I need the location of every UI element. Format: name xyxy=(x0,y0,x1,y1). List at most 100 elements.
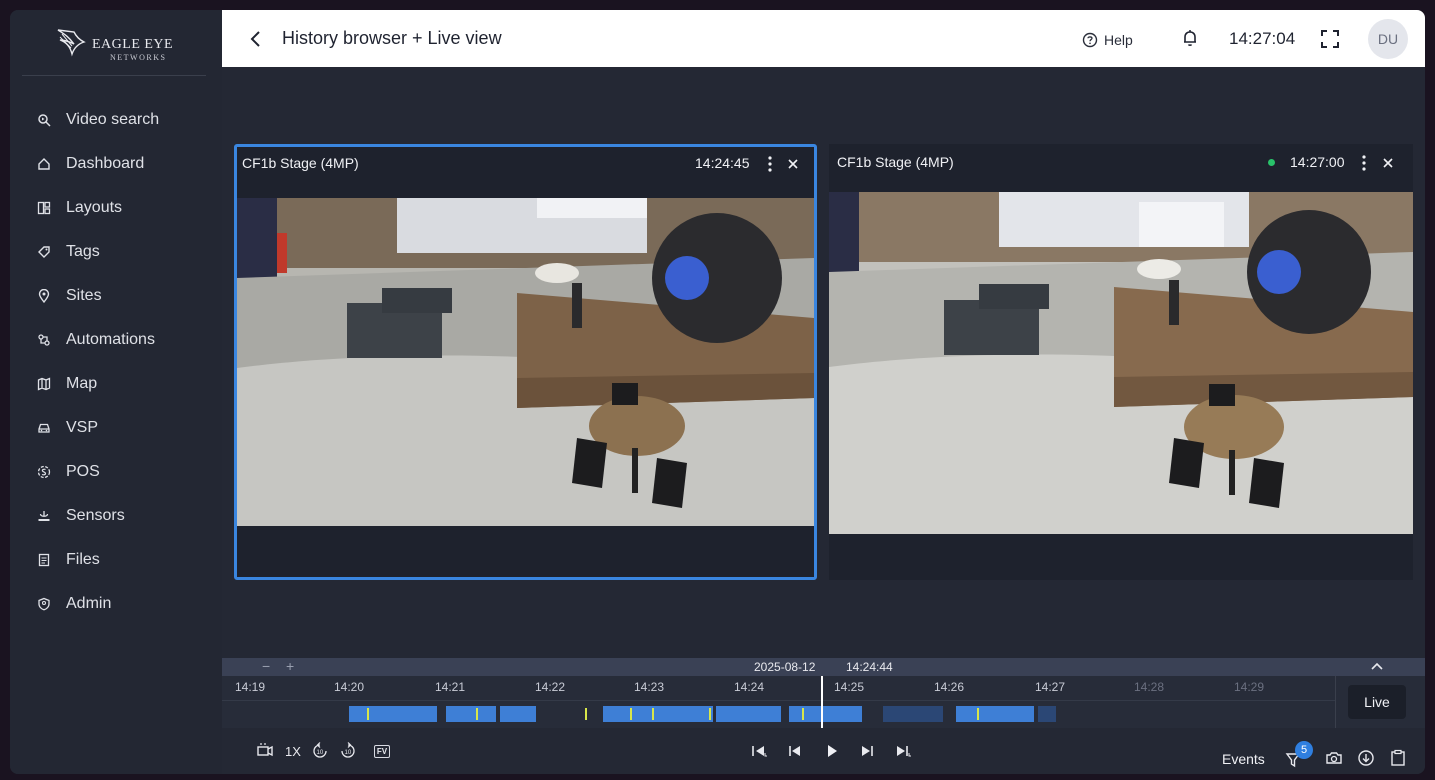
camera-snapshot-icon[interactable] xyxy=(1325,748,1343,768)
tick-label: 14:23 xyxy=(634,680,665,694)
location-icon xyxy=(38,289,50,303)
camera-tile-history[interactable]: CF1b Stage (4MP) 14:24:45 xyxy=(234,144,817,580)
sidebar-item-layouts[interactable]: Layouts xyxy=(10,188,222,228)
recording-segment[interactable] xyxy=(789,706,862,722)
timeline-playhead[interactable] xyxy=(821,676,823,728)
sidebar-item-vsp[interactable]: VSP xyxy=(10,408,222,448)
help-icon xyxy=(1082,32,1098,48)
chevron-up-icon[interactable] xyxy=(1370,660,1384,672)
sidebar-item-sites[interactable]: Sites xyxy=(10,276,222,316)
recording-segment[interactable] xyxy=(603,706,713,722)
tick-label: 14:21 xyxy=(435,680,466,694)
timeline-time: 14:24:44 xyxy=(846,660,893,674)
brand-sub: NETWORKS xyxy=(110,53,167,62)
recording-segment[interactable] xyxy=(956,706,1034,722)
sidebar-item-map[interactable]: Map xyxy=(10,364,222,404)
camera-feed[interactable] xyxy=(829,192,1413,534)
live-status-dot xyxy=(1268,159,1275,166)
event-marker[interactable] xyxy=(977,708,979,720)
tick-label: 14:20 xyxy=(334,680,365,694)
tick-label: 14:22 xyxy=(535,680,566,694)
playback-speed[interactable]: 1X xyxy=(283,741,303,761)
tile-title: CF1b Stage (4MP) xyxy=(242,155,359,171)
live-button[interactable]: Live xyxy=(1348,685,1406,719)
close-icon[interactable] xyxy=(787,158,799,170)
close-icon[interactable] xyxy=(1382,157,1394,169)
event-marker[interactable] xyxy=(709,708,711,720)
event-marker[interactable] xyxy=(802,708,804,720)
brand-name: EAGLE EYE xyxy=(92,37,174,52)
more-vertical-icon[interactable] xyxy=(1359,154,1369,172)
tick-label: 14:28 xyxy=(1134,680,1165,694)
files-icon xyxy=(38,553,50,567)
sidebar-item-label: Map xyxy=(66,375,98,392)
sidebar-item-sensors[interactable]: Sensors xyxy=(10,496,222,536)
event-marker[interactable] xyxy=(585,708,587,720)
timeline-date: 2025-08-12 xyxy=(754,660,816,674)
event-marker[interactable] xyxy=(652,708,654,720)
fullscreen-icon[interactable] xyxy=(1320,29,1340,49)
fisheye-view-button[interactable]: FV xyxy=(372,741,392,761)
brand-logo[interactable]: EAGLE EYE NETWORKS xyxy=(22,10,206,76)
header-clock: 14:27:04 xyxy=(1229,29,1296,48)
sidebar-item-video-search[interactable]: Video search xyxy=(10,100,222,140)
download-icon[interactable] xyxy=(1357,748,1375,768)
sidebar-item-label: Automations xyxy=(66,331,155,348)
zoom-in-button[interactable]: + xyxy=(286,658,294,674)
sidebar-item-tags[interactable]: Tags xyxy=(10,232,222,272)
previous-segment-icon[interactable] xyxy=(786,741,804,761)
sidebar-item-pos[interactable]: POS xyxy=(10,452,222,492)
sidebar-item-label: Tags xyxy=(66,243,100,260)
recording-segment[interactable] xyxy=(1038,706,1056,722)
back-arrow-icon[interactable] xyxy=(246,28,266,50)
timeline[interactable]: 14:19 14:20 14:21 14:22 14:23 14:24 14:2… xyxy=(222,676,1335,728)
sidebar-item-label: VSP xyxy=(66,419,99,436)
recording-segment[interactable] xyxy=(500,706,536,722)
skip-to-start-icon[interactable] xyxy=(750,741,768,761)
event-marker[interactable] xyxy=(367,708,369,720)
zoom-out-button[interactable]: − xyxy=(262,658,270,674)
events-count-badge: 5 xyxy=(1295,741,1313,759)
top-header: History browser + Live view Help 14:27:0… xyxy=(222,10,1425,67)
clipboard-icon[interactable] xyxy=(1389,748,1407,768)
more-vertical-icon[interactable] xyxy=(765,155,775,173)
clip-export-icon[interactable] xyxy=(256,741,274,761)
camera-tile-live[interactable]: CF1b Stage (4MP) 14:27:00 xyxy=(829,144,1413,580)
skip-to-end-icon[interactable] xyxy=(894,741,912,761)
sidebar-item-label: Admin xyxy=(66,595,112,612)
timeline-track xyxy=(222,700,1335,701)
events-label[interactable]: Events xyxy=(1222,751,1265,767)
event-marker[interactable] xyxy=(630,708,632,720)
play-icon[interactable] xyxy=(824,741,840,761)
recording-segment[interactable] xyxy=(716,706,781,722)
map-icon xyxy=(37,377,51,391)
camera-scene xyxy=(237,198,814,526)
sidebar-item-files[interactable]: Files xyxy=(10,540,222,580)
help-button[interactable]: Help xyxy=(1082,30,1133,50)
recording-segment[interactable] xyxy=(883,706,943,722)
fv-label: FV xyxy=(373,744,391,758)
tick-label: 14:19 xyxy=(235,680,266,694)
recording-segment[interactable] xyxy=(446,706,496,722)
sidebar-item-admin[interactable]: Admin xyxy=(10,584,222,624)
layouts-icon xyxy=(37,201,51,215)
forward-10-icon[interactable]: 10 xyxy=(340,741,356,761)
camera-feed[interactable] xyxy=(237,198,814,526)
sidebar-item-label: Files xyxy=(66,551,100,568)
rewind-10-icon[interactable]: 10 xyxy=(312,741,328,761)
sidebar-item-dashboard[interactable]: Dashboard xyxy=(10,144,222,184)
sidebar-item-automations[interactable]: Automations xyxy=(10,320,222,360)
next-segment-icon[interactable] xyxy=(858,741,876,761)
eagle-logo-icon xyxy=(57,29,86,57)
avatar[interactable]: DU xyxy=(1368,19,1408,59)
app-window: EAGLE EYE NETWORKS Video search Dashboar… xyxy=(10,10,1425,774)
bell-icon[interactable] xyxy=(1180,28,1200,48)
event-marker[interactable] xyxy=(476,708,478,720)
svg-text:10: 10 xyxy=(317,750,324,756)
video-search-icon xyxy=(38,114,51,127)
timeline-header: − + 2025-08-12 14:24:44 xyxy=(222,658,1425,676)
car-icon xyxy=(38,423,50,433)
recording-segment[interactable] xyxy=(349,706,437,722)
playback-controls: 1X 10 10 FV Events 5 xyxy=(222,728,1425,774)
sidebar-item-label: Sites xyxy=(66,287,102,304)
